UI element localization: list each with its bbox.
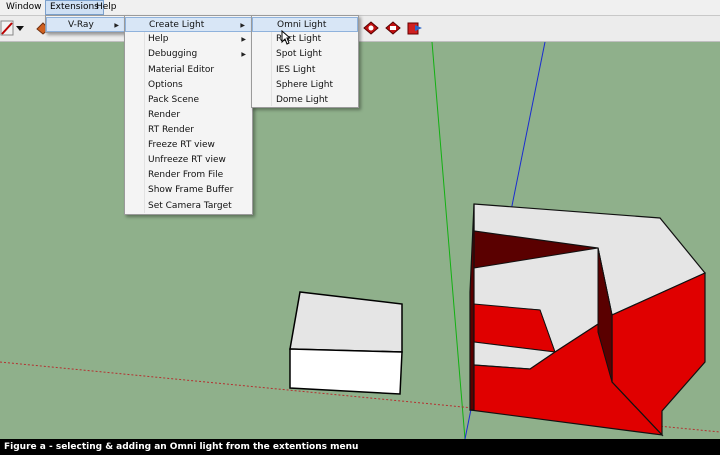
menu-item-vray[interactable]: V-Ray ▶ — [46, 17, 126, 32]
menu-item-rect-light[interactable]: Rect Light — [252, 32, 358, 47]
menu-item-label: RT Render — [148, 125, 194, 135]
menu-item-spot-light[interactable]: Spot Light — [252, 47, 358, 62]
red-cube-model[interactable] — [469, 203, 706, 437]
menu-help[interactable]: Help — [92, 0, 121, 15]
menu-item-label: Sphere Light — [276, 80, 334, 90]
menu-bar: Window Extensions Help — [0, 0, 720, 16]
menu-item-omni-light[interactable]: Omni Light — [252, 17, 358, 32]
menu-item-help[interactable]: Help ▶ — [125, 32, 252, 47]
scene-canvas[interactable] — [0, 42, 720, 439]
menu-item-label: Render — [148, 110, 181, 120]
vray-export-icon[interactable] — [406, 19, 424, 37]
menu-item-label: Dome Light — [276, 95, 329, 105]
menu-item-freeze-rt-view[interactable]: Freeze RT view — [125, 138, 252, 153]
menu-item-sphere-light[interactable]: Sphere Light — [252, 78, 358, 93]
menu-item-label: Help — [148, 34, 169, 44]
menu-item-label: Unfreeze RT view — [148, 155, 226, 165]
mouse-cursor-icon — [281, 30, 291, 45]
menu-item-label: Spot Light — [276, 49, 322, 59]
submenu-arrow-icon: ▶ — [240, 22, 245, 29]
menu-window[interactable]: Window — [2, 0, 46, 15]
menu-item-render-from-file[interactable]: Render From File — [125, 168, 252, 183]
menu-item-label: Omni Light — [277, 20, 327, 30]
dropdown-arrow-icon[interactable] — [14, 19, 26, 37]
menu-item-label: Show Frame Buffer — [148, 185, 234, 195]
menu-item-dome-light[interactable]: Dome Light — [252, 93, 358, 108]
menu-item-label: Material Editor — [148, 65, 215, 75]
menu-item-unfreeze-rt-view[interactable]: Unfreeze RT view — [125, 153, 252, 168]
menu-item-label: Create Light — [149, 20, 205, 30]
menu-item-label: V-Ray — [68, 20, 94, 30]
menu-item-options[interactable]: Options — [125, 78, 252, 93]
extensions-menu: V-Ray ▶ — [45, 15, 127, 33]
menu-item-label: Debugging — [148, 49, 198, 59]
submenu-arrow-icon: ▶ — [241, 51, 246, 58]
model-viewport[interactable] — [0, 42, 720, 439]
create-light-submenu: Omni Light Rect Light Spot Light IES Light S… — [251, 15, 359, 108]
menu-item-label: Options — [148, 80, 183, 90]
menu-item-label: Pack Scene — [148, 95, 199, 105]
vray-rt-render-icon[interactable] — [384, 19, 402, 37]
menu-item-render[interactable]: Render — [125, 108, 252, 123]
menu-item-label: Set Camera Target — [148, 201, 232, 211]
menu-item-pack-scene[interactable]: Pack Scene — [125, 93, 252, 108]
menu-item-show-frame-buffer[interactable]: Show Frame Buffer — [125, 183, 252, 198]
menu-item-debugging[interactable]: Debugging ▶ — [125, 47, 252, 62]
small-box[interactable] — [289, 291, 403, 395]
menu-item-label: Freeze RT view — [148, 140, 215, 150]
menu-item-label: Render From File — [148, 170, 224, 180]
menu-item-rt-render[interactable]: RT Render — [125, 123, 252, 138]
menu-item-set-camera-target[interactable]: Set Camera Target — [125, 199, 252, 214]
vray-render-icon[interactable] — [362, 19, 380, 37]
submenu-arrow-icon: ▶ — [241, 36, 246, 43]
green-axis — [431, 42, 466, 439]
menu-item-label: IES Light — [276, 65, 316, 75]
menu-item-ies-light[interactable]: IES Light — [252, 63, 358, 78]
menu-item-create-light[interactable]: Create Light ▶ — [125, 17, 252, 32]
figure-caption: Figure a - selecting & adding an Omni li… — [0, 439, 720, 455]
menu-item-material-editor[interactable]: Material Editor — [125, 63, 252, 78]
submenu-arrow-icon: ▶ — [114, 22, 119, 29]
vray-submenu: Create Light ▶ Help ▶ Debugging ▶ Material Edi… — [124, 15, 253, 215]
